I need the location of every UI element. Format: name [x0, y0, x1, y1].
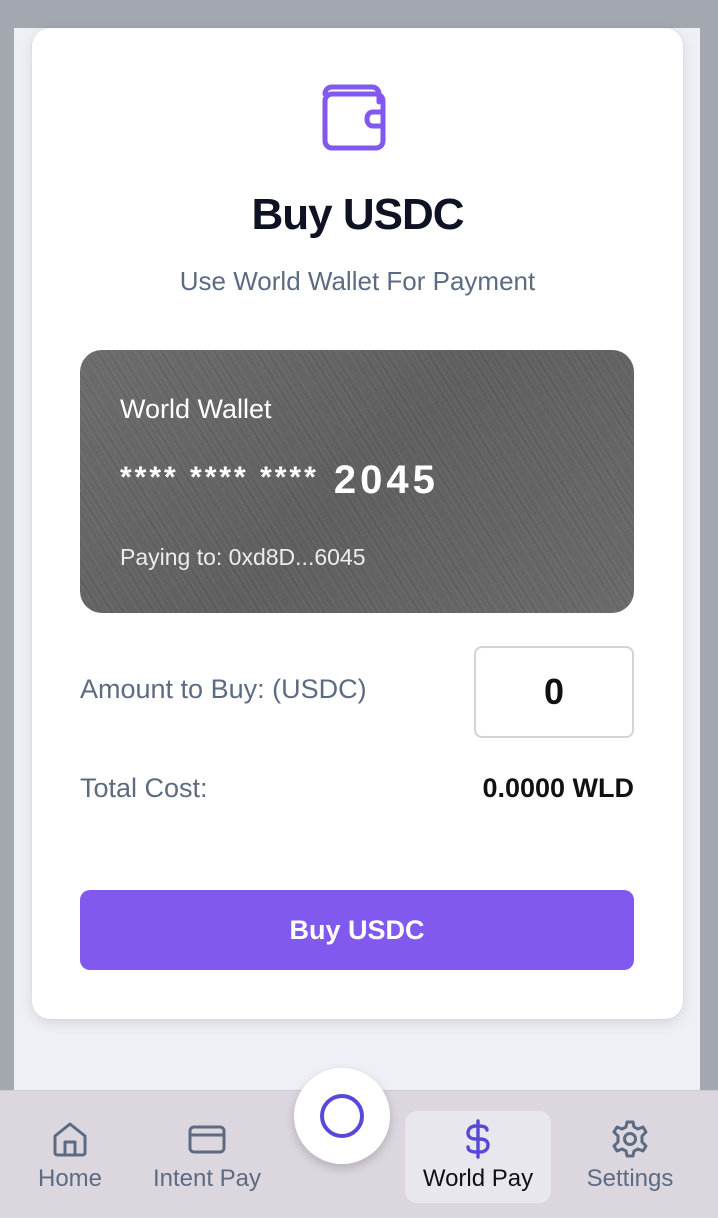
buy-usdc-card: Buy USDC Use World Wallet For Payment Wo… [32, 28, 683, 1019]
nav-label-home: Home [37, 1165, 103, 1192]
wallet-icon [322, 84, 386, 151]
card-number-last4: 2045 [333, 458, 439, 502]
amount-label: Amount to Buy: (USDC) [80, 674, 367, 704]
total-cost-value: 0.0000 WLD [482, 773, 634, 803]
page-title: Buy USDC [251, 190, 464, 239]
nav-label-intent-pay: Intent Pay [152, 1165, 262, 1192]
nav-item-home[interactable]: Home [20, 1111, 120, 1203]
gear-icon [612, 1120, 648, 1158]
circle-icon [320, 1094, 364, 1138]
nav-item-world-pay[interactable]: World Pay [405, 1111, 551, 1203]
nav-label-settings: Settings [586, 1165, 674, 1192]
total-cost-label: Total Cost: [80, 773, 208, 803]
nav-item-settings[interactable]: Settings [572, 1111, 688, 1203]
center-action-button[interactable] [294, 1068, 390, 1164]
wallet-card: World Wallet **** **** **** 2045 Paying … [80, 350, 634, 613]
wallet-card-name: World Wallet [120, 394, 272, 424]
credit-card-icon [188, 1125, 226, 1154]
page-subtitle: Use World Wallet For Payment [179, 266, 536, 296]
card-number-mask: **** **** **** [120, 461, 319, 494]
home-icon [53, 1122, 87, 1157]
nav-label-world-pay: World Pay [422, 1165, 534, 1192]
nav-item-intent-pay[interactable]: Intent Pay [140, 1111, 274, 1203]
paying-to-address: Paying to: 0xd8D...6045 [120, 544, 366, 570]
app-viewport: Buy USDC Use World Wallet For Payment Wo… [14, 28, 700, 1218]
amount-input[interactable] [474, 646, 634, 738]
wallet-card-number: **** **** **** 2045 [120, 458, 439, 503]
buy-usdc-button[interactable]: Buy USDC [80, 890, 634, 970]
dollar-icon [466, 1119, 490, 1159]
